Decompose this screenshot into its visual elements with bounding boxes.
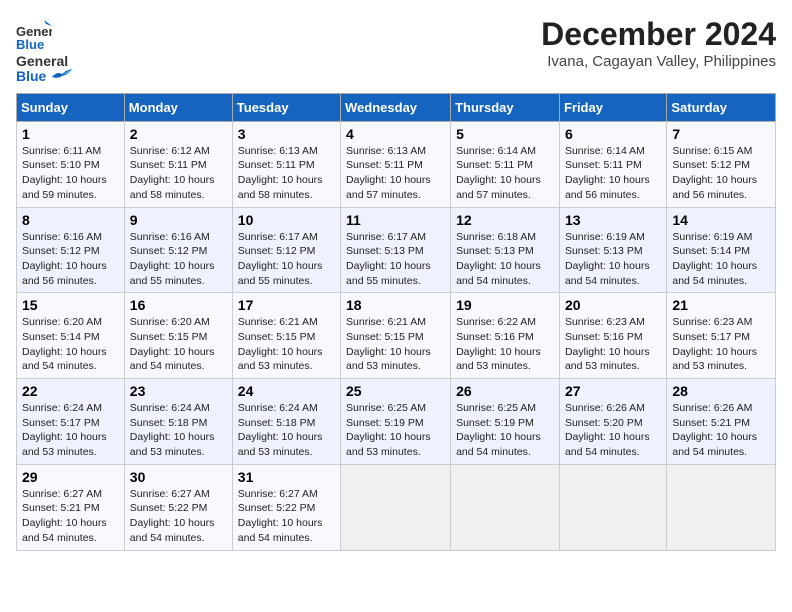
table-row: 20Sunrise: 6:23 AMSunset: 5:16 PMDayligh… — [559, 293, 666, 379]
table-row: 17Sunrise: 6:21 AMSunset: 5:15 PMDayligh… — [232, 293, 340, 379]
table-row: 22Sunrise: 6:24 AMSunset: 5:17 PMDayligh… — [17, 379, 125, 465]
calendar-header-row: Sunday Monday Tuesday Wednesday Thursday… — [17, 93, 776, 121]
calendar-week-3: 15Sunrise: 6:20 AMSunset: 5:14 PMDayligh… — [17, 293, 776, 379]
header-sunday: Sunday — [17, 93, 125, 121]
table-row: 14Sunrise: 6:19 AMSunset: 5:14 PMDayligh… — [667, 207, 776, 293]
table-row: 12Sunrise: 6:18 AMSunset: 5:13 PMDayligh… — [451, 207, 560, 293]
header-saturday: Saturday — [667, 93, 776, 121]
logo-blue: Blue — [16, 68, 46, 84]
table-row: 24Sunrise: 6:24 AMSunset: 5:18 PMDayligh… — [232, 379, 340, 465]
calendar-week-4: 22Sunrise: 6:24 AMSunset: 5:17 PMDayligh… — [17, 379, 776, 465]
table-row — [559, 464, 666, 550]
page-title: December 2024 — [541, 16, 776, 53]
table-row: 3Sunrise: 6:13 AMSunset: 5:11 PMDaylight… — [232, 121, 340, 207]
table-row: 4Sunrise: 6:13 AMSunset: 5:11 PMDaylight… — [341, 121, 451, 207]
table-row: 1Sunrise: 6:11 AMSunset: 5:10 PMDaylight… — [17, 121, 125, 207]
table-row: 15Sunrise: 6:20 AMSunset: 5:14 PMDayligh… — [17, 293, 125, 379]
table-row: 16Sunrise: 6:20 AMSunset: 5:15 PMDayligh… — [124, 293, 232, 379]
calendar-week-5: 29Sunrise: 6:27 AMSunset: 5:21 PMDayligh… — [17, 464, 776, 550]
table-row: 18Sunrise: 6:21 AMSunset: 5:15 PMDayligh… — [341, 293, 451, 379]
header-tuesday: Tuesday — [232, 93, 340, 121]
table-row — [341, 464, 451, 550]
table-row — [667, 464, 776, 550]
table-row: 30Sunrise: 6:27 AMSunset: 5:22 PMDayligh… — [124, 464, 232, 550]
table-row: 5Sunrise: 6:14 AMSunset: 5:11 PMDaylight… — [451, 121, 560, 207]
page-subtitle: Ivana, Cagayan Valley, Philippines — [541, 53, 776, 70]
table-row: 26Sunrise: 6:25 AMSunset: 5:19 PMDayligh… — [451, 379, 560, 465]
svg-text:Blue: Blue — [16, 37, 44, 52]
title-area: December 2024 Ivana, Cagayan Valley, Phi… — [541, 16, 776, 70]
table-row: 21Sunrise: 6:23 AMSunset: 5:17 PMDayligh… — [667, 293, 776, 379]
table-row: 28Sunrise: 6:26 AMSunset: 5:21 PMDayligh… — [667, 379, 776, 465]
table-row: 29Sunrise: 6:27 AMSunset: 5:21 PMDayligh… — [17, 464, 125, 550]
table-row: 31Sunrise: 6:27 AMSunset: 5:22 PMDayligh… — [232, 464, 340, 550]
logo-general: General — [16, 53, 68, 69]
table-row: 2Sunrise: 6:12 AMSunset: 5:11 PMDaylight… — [124, 121, 232, 207]
header-wednesday: Wednesday — [341, 93, 451, 121]
table-row: 25Sunrise: 6:25 AMSunset: 5:19 PMDayligh… — [341, 379, 451, 465]
calendar-week-2: 8Sunrise: 6:16 AMSunset: 5:12 PMDaylight… — [17, 207, 776, 293]
logo-bird-icon — [52, 69, 72, 81]
calendar-table: Sunday Monday Tuesday Wednesday Thursday… — [16, 93, 776, 551]
table-row: 27Sunrise: 6:26 AMSunset: 5:20 PMDayligh… — [559, 379, 666, 465]
calendar-week-1: 1Sunrise: 6:11 AMSunset: 5:10 PMDaylight… — [17, 121, 776, 207]
table-row: 10Sunrise: 6:17 AMSunset: 5:12 PMDayligh… — [232, 207, 340, 293]
header-friday: Friday — [559, 93, 666, 121]
table-row: 19Sunrise: 6:22 AMSunset: 5:16 PMDayligh… — [451, 293, 560, 379]
logo: General Blue General Blue — [16, 16, 72, 85]
table-row: 6Sunrise: 6:14 AMSunset: 5:11 PMDaylight… — [559, 121, 666, 207]
table-row: 13Sunrise: 6:19 AMSunset: 5:13 PMDayligh… — [559, 207, 666, 293]
header-monday: Monday — [124, 93, 232, 121]
logo-icon: General Blue — [16, 16, 52, 52]
header-thursday: Thursday — [451, 93, 560, 121]
table-row: 9Sunrise: 6:16 AMSunset: 5:12 PMDaylight… — [124, 207, 232, 293]
table-row: 8Sunrise: 6:16 AMSunset: 5:12 PMDaylight… — [17, 207, 125, 293]
table-row — [451, 464, 560, 550]
header: General Blue General Blue December 2024 … — [16, 16, 776, 85]
table-row: 23Sunrise: 6:24 AMSunset: 5:18 PMDayligh… — [124, 379, 232, 465]
table-row: 7Sunrise: 6:15 AMSunset: 5:12 PMDaylight… — [667, 121, 776, 207]
table-row: 11Sunrise: 6:17 AMSunset: 5:13 PMDayligh… — [341, 207, 451, 293]
